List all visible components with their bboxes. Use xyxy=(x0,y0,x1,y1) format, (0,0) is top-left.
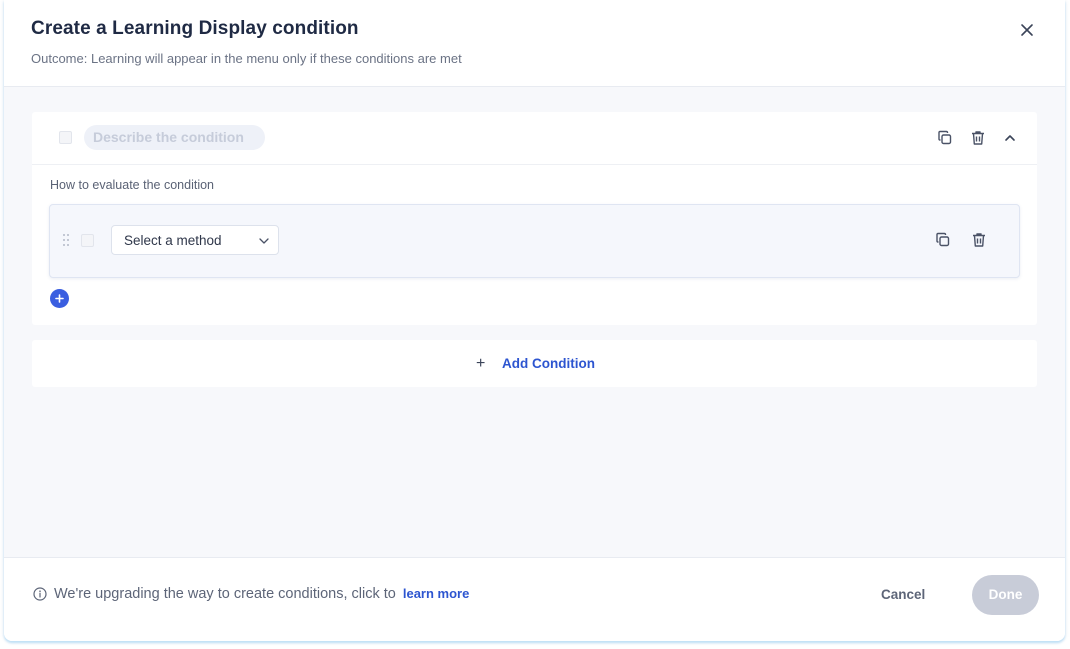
add-method-button[interactable] xyxy=(50,289,69,308)
close-icon[interactable] xyxy=(1017,20,1037,40)
method-select-value: Select a method xyxy=(124,233,222,248)
condition-header: Describe the condition xyxy=(32,112,1037,165)
learn-more-link[interactable]: learn more xyxy=(403,586,469,601)
dialog-title: Create a Learning Display condition xyxy=(31,18,359,39)
method-select[interactable]: Select a method xyxy=(111,225,279,255)
chevron-up-icon[interactable] xyxy=(1001,129,1019,147)
condition-panel: Describe the condition How to evaluate t… xyxy=(32,112,1037,325)
method-row: Select a method xyxy=(49,204,1020,278)
upgrade-notice-text: We're upgrading the way to create condit… xyxy=(54,586,396,602)
copy-icon[interactable] xyxy=(934,231,952,249)
condition-checkbox[interactable] xyxy=(59,131,72,144)
add-condition-button[interactable]: + Add Condition xyxy=(32,340,1037,387)
dialog-header: Create a Learning Display condition Outc… xyxy=(4,0,1065,87)
trash-icon[interactable] xyxy=(970,231,988,249)
info-icon xyxy=(33,587,47,601)
cancel-button[interactable]: Cancel xyxy=(881,587,925,602)
chevron-down-icon xyxy=(259,238,269,244)
plus-icon xyxy=(55,294,64,303)
dialog-subtitle: Outcome: Learning will appear in the men… xyxy=(31,51,462,66)
condition-description-input[interactable]: Describe the condition xyxy=(84,125,265,150)
done-button[interactable]: Done xyxy=(972,575,1039,615)
trash-icon[interactable] xyxy=(969,129,987,147)
copy-icon[interactable] xyxy=(936,129,954,147)
method-checkbox[interactable] xyxy=(81,234,94,247)
condition-dialog: Create a Learning Display condition Outc… xyxy=(4,0,1065,641)
dialog-footer: We're upgrading the way to create condit… xyxy=(4,557,1065,641)
evaluate-label: How to evaluate the condition xyxy=(50,178,214,192)
drag-handle-icon[interactable] xyxy=(62,233,70,247)
add-condition-label: Add Condition xyxy=(502,356,595,371)
upgrade-notice: We're upgrading the way to create condit… xyxy=(54,586,469,602)
plus-icon: + xyxy=(476,355,486,372)
